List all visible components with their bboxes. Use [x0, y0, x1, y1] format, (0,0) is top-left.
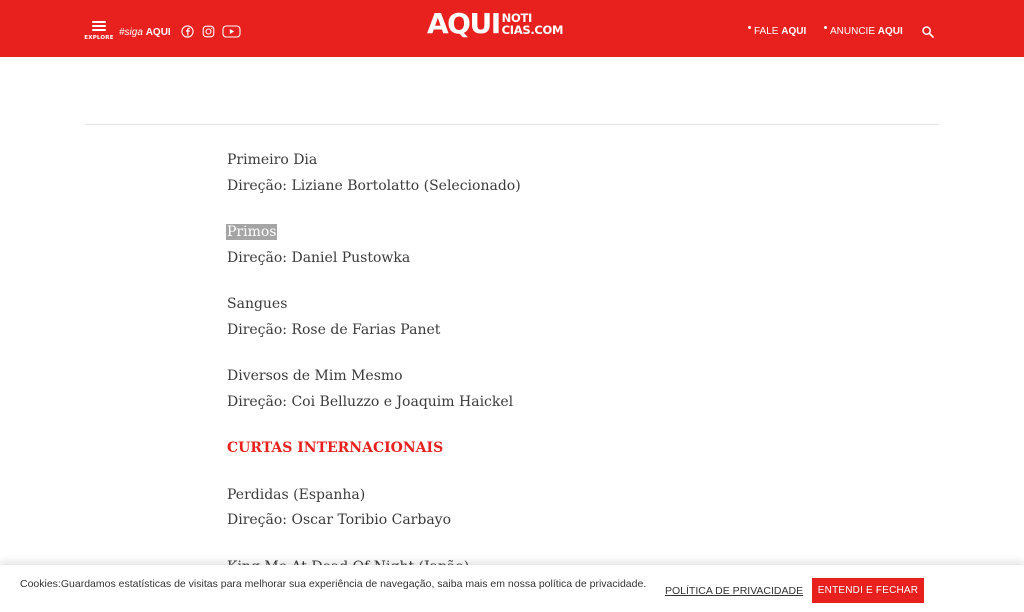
- cookie-banner: Cookies:Guardamos estatísticas de visita…: [0, 565, 1024, 612]
- siga-aqui: #siga AQUI: [119, 27, 171, 38]
- cookie-message: Cookies:Guardamos estatísticas de visita…: [20, 578, 647, 590]
- site-logo[interactable]: AQUI NOTI CIAS.COM: [427, 10, 563, 38]
- film-director: Direção: Rose de Farias Panet: [227, 322, 441, 338]
- anuncie-aqui-label: AQUI: [877, 26, 903, 37]
- bullet-icon: [748, 25, 751, 29]
- youtube-icon[interactable]: [221, 24, 241, 38]
- hamburger-icon: [92, 21, 106, 31]
- film-director: Direção: Liziane Bortolatto (Selecionado…: [227, 178, 521, 194]
- selected-text: Primos: [226, 224, 278, 240]
- explore-label: EXPLORE: [84, 35, 114, 41]
- film-title-highlighted: Primos: [226, 222, 278, 242]
- film-director: Direção: Daniel Pustowka: [227, 250, 411, 266]
- section-heading: CURTAS INTERNACIONAIS: [227, 440, 444, 456]
- privacy-policy-link[interactable]: POLÍTICA DE PRIVACIDADE: [665, 585, 803, 597]
- film-title: Perdidas (Espanha): [227, 487, 366, 503]
- fale-label: FALE: [754, 26, 779, 37]
- content-divider: [85, 124, 939, 125]
- logo-noticias: NOTI CIAS.COM: [502, 12, 564, 36]
- search-icon[interactable]: [921, 25, 935, 39]
- siga-prefix: #siga: [119, 27, 143, 38]
- bullet-icon: [824, 25, 827, 29]
- accept-close-button[interactable]: ENTENDI E FECHAR: [812, 578, 924, 603]
- logo-aqui: AQUI: [427, 7, 501, 40]
- siga-suffix: AQUI: [145, 27, 171, 38]
- film-title: Sangues: [227, 296, 288, 312]
- film-title: Diversos de Mim Mesmo: [227, 368, 403, 384]
- film-title: Primeiro Dia: [227, 152, 318, 168]
- fale-aqui-link[interactable]: FALE AQUI: [748, 25, 807, 37]
- film-director: Direção: Coi Belluzzo e Joaquim Haickel: [227, 394, 514, 410]
- facebook-icon[interactable]: [180, 24, 194, 38]
- logo-line-2: CIAS.COM: [501, 23, 564, 37]
- explore-menu-button[interactable]: EXPLORE: [84, 20, 114, 44]
- film-director: Direção: Oscar Toribio Carbayo: [227, 512, 452, 528]
- fale-aqui-label: AQUI: [781, 26, 807, 37]
- instagram-icon[interactable]: [201, 24, 215, 38]
- anuncie-aqui-link[interactable]: ANUNCIE AQUI: [824, 25, 903, 37]
- site-header: EXPLORE #siga AQUI AQUI NOTI CIAS.COM FA…: [0, 0, 1024, 57]
- anuncie-label: ANUNCIE: [830, 26, 876, 37]
